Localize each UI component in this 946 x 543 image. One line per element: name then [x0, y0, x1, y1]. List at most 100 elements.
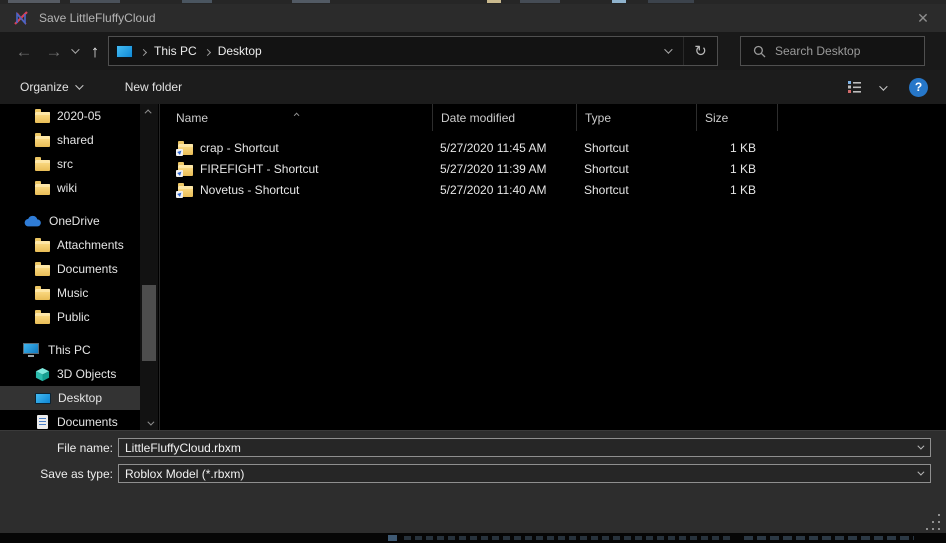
refresh-button[interactable]: ↻ [683, 37, 717, 65]
scrollbar-thumb[interactable] [142, 285, 156, 361]
breadcrumb-this-pc[interactable]: This PC [154, 44, 197, 58]
chevron-down-icon [917, 443, 924, 450]
resize-grip[interactable] [926, 528, 928, 530]
column-header-date-modified[interactable]: Date modified [432, 104, 576, 131]
sidebar-item-documents-onedrive[interactable]: Documents [0, 257, 140, 281]
address-dropdown-button[interactable] [651, 37, 683, 65]
chevron-down-icon [664, 45, 672, 53]
sidebar-item-public[interactable]: Public [0, 305, 140, 329]
save-dialog: Save LittleFluffyCloud ✕ ← → ↑ This PC D… [0, 0, 946, 543]
chevron-down-icon [917, 469, 924, 476]
desktop-icon [35, 393, 51, 404]
scroll-up-button[interactable] [140, 104, 158, 118]
sidebar-item-onedrive[interactable]: OneDrive [0, 209, 140, 233]
change-view-button[interactable] [841, 80, 869, 94]
sort-ascending-icon [296, 105, 300, 119]
onedrive-cloud-icon [23, 215, 42, 227]
file-list: Name Date modified Type Size [160, 104, 946, 430]
search-icon [753, 45, 766, 58]
help-icon: ? [915, 80, 922, 94]
save-as-type-dropdown-button[interactable] [908, 465, 930, 482]
file-name-combobox[interactable] [118, 438, 931, 457]
scroll-down-button[interactable] [140, 416, 158, 430]
chevron-down-icon [879, 82, 887, 90]
computer-icon [23, 343, 39, 354]
file-row-crap-shortcut[interactable]: crap - Shortcut 5/27/2020 11:45 AM Short… [160, 137, 946, 158]
sidebar-item-desktop[interactable]: Desktop [0, 386, 140, 410]
folder-icon [35, 289, 50, 300]
shortcut-arrow-icon [176, 170, 183, 177]
sidebar-item-2020-05[interactable]: 2020-05 [0, 104, 140, 128]
document-icon [37, 415, 48, 429]
search-box[interactable] [740, 36, 925, 66]
sidebar-item-3d-objects[interactable]: 3D Objects [0, 362, 140, 386]
novetus-app-icon [13, 10, 30, 27]
sidebar-item-src[interactable]: src [0, 152, 140, 176]
folder-icon [35, 160, 50, 171]
new-folder-label: New folder [125, 80, 182, 94]
file-row-firefight-shortcut[interactable]: FIREFIGHT - Shortcut 5/27/2020 11:39 AM … [160, 158, 946, 179]
list-header: Name Date modified Type Size [160, 104, 946, 131]
sidebar-item-documents[interactable]: Documents [0, 410, 140, 430]
save-as-type-value: Roblox Model (*.rbxm) [119, 467, 908, 481]
column-header-blank [777, 104, 946, 131]
organize-label: Organize [20, 80, 69, 94]
shortcut-arrow-icon [176, 149, 183, 156]
folder-icon [35, 313, 50, 324]
sidebar-item-attachments[interactable]: Attachments [0, 233, 140, 257]
address-bar[interactable]: This PC Desktop ↻ [108, 36, 718, 66]
back-icon: ← [16, 43, 33, 60]
sidebar-scrollbar[interactable] [140, 104, 158, 430]
folder-icon [35, 241, 50, 252]
command-toolbar: Organize New folder ? [0, 70, 946, 104]
save-as-type-select[interactable]: Roblox Model (*.rbxm) [118, 464, 931, 483]
column-header-size[interactable]: Size [696, 104, 777, 131]
sidebar-item-music[interactable]: Music [0, 281, 140, 305]
breadcrumb-desktop[interactable]: Desktop [218, 44, 262, 58]
titlebar: Save LittleFluffyCloud ✕ [0, 4, 946, 32]
close-icon: ✕ [917, 10, 929, 27]
chevron-down-icon [147, 418, 154, 425]
search-input[interactable] [775, 44, 905, 58]
folder-icon [35, 265, 50, 276]
file-name-dropdown-button[interactable] [908, 439, 930, 456]
up-button[interactable]: ↑ [82, 32, 108, 70]
help-button[interactable]: ? [909, 78, 928, 97]
file-name-label: File name: [0, 441, 118, 455]
chevron-down-icon [75, 81, 83, 89]
shortcut-file-icon [178, 142, 193, 154]
close-button[interactable]: ✕ [900, 4, 946, 32]
sidebar-item-this-pc[interactable]: This PC [0, 338, 140, 362]
save-as-type-label: Save as type: [0, 467, 118, 481]
save-options-band: File name: Save as type: Roblox Model (*… [0, 430, 946, 533]
details-view-icon [847, 80, 863, 94]
window-title: Save LittleFluffyCloud [39, 11, 156, 25]
breadcrumb-separator-icon [140, 49, 147, 56]
file-name-input[interactable] [119, 441, 908, 455]
column-header-type[interactable]: Type [576, 104, 696, 131]
3d-cube-icon [35, 367, 50, 382]
forward-icon: → [46, 43, 63, 60]
this-pc-icon [116, 45, 133, 58]
new-folder-button[interactable]: New folder [115, 70, 192, 104]
view-options-dropdown[interactable] [869, 80, 895, 94]
sidebar-item-wiki[interactable]: wiki [0, 176, 140, 200]
shortcut-file-icon [178, 163, 193, 175]
organize-button[interactable]: Organize [10, 70, 91, 104]
folder-icon [35, 136, 50, 147]
background-window-bottom-strip [0, 533, 946, 543]
refresh-icon: ↻ [694, 42, 707, 60]
navigation-bar: ← → ↑ This PC Desktop ↻ [0, 32, 946, 70]
shortcut-file-icon [178, 184, 193, 196]
back-button[interactable]: ← [10, 32, 38, 70]
chevron-down-icon [71, 45, 79, 53]
file-row-novetus-shortcut[interactable]: Novetus - Shortcut 5/27/2020 11:40 AM Sh… [160, 179, 946, 200]
breadcrumb-separator-icon [204, 49, 211, 56]
folder-icon [35, 112, 50, 123]
folder-icon [35, 184, 50, 195]
main-area: 2020-05 shared src wiki OneDrive [0, 104, 946, 430]
forward-button[interactable]: → [40, 32, 68, 70]
sidebar-item-shared[interactable]: shared [0, 128, 140, 152]
recent-locations-button[interactable] [66, 32, 82, 70]
shortcut-arrow-icon [176, 191, 183, 198]
